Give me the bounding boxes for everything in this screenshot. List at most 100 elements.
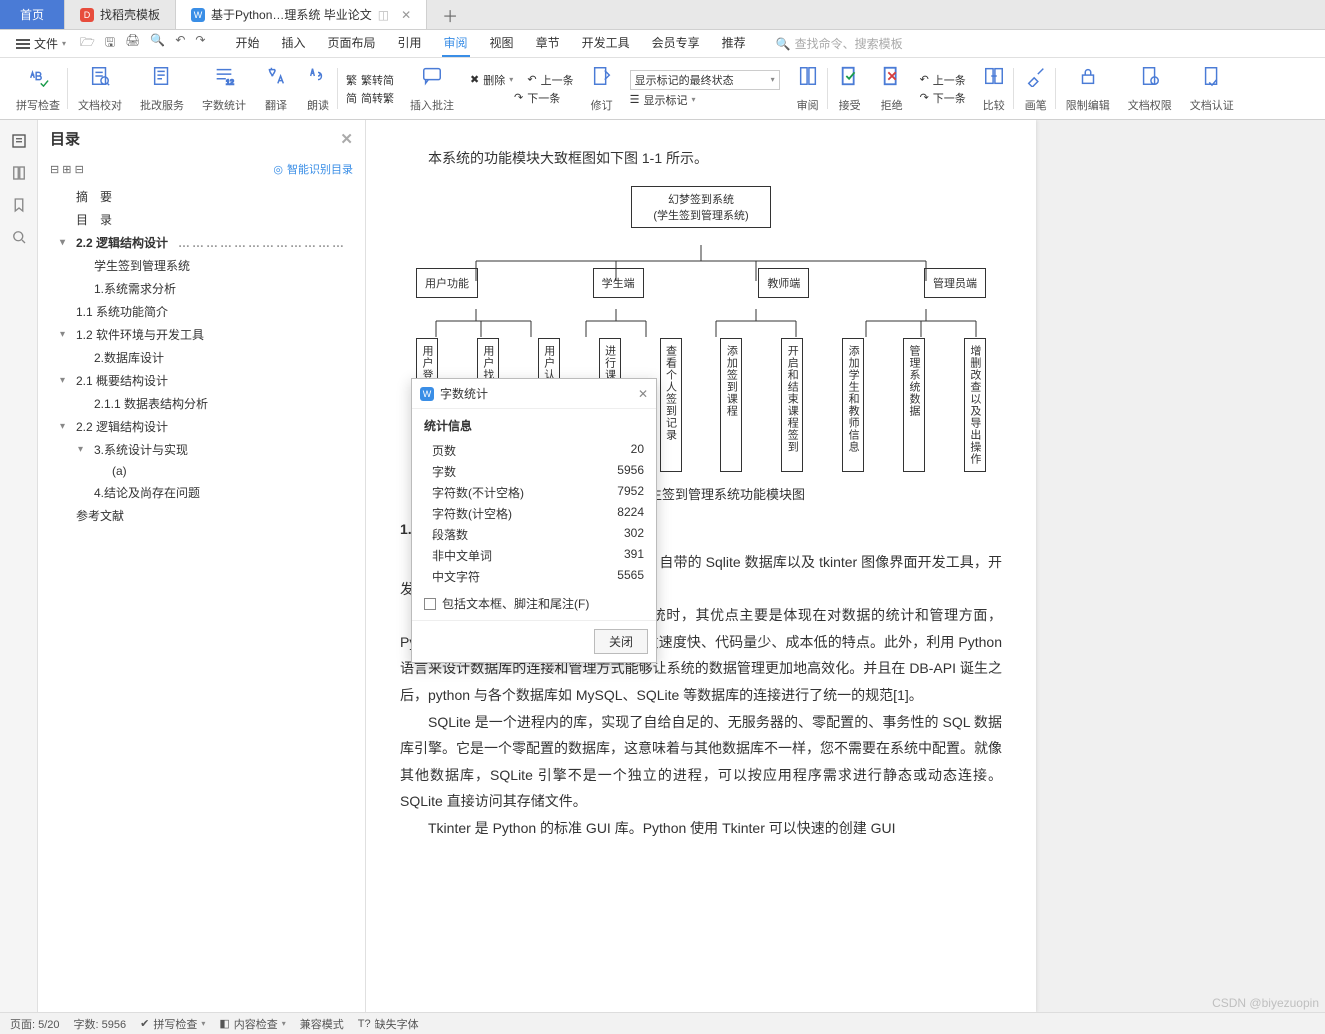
label: 批改服务 [140,97,184,113]
outline-item[interactable]: (a) [50,461,365,481]
outline-item[interactable]: 4.结论及尚存在问题 [50,481,365,504]
btn-accept[interactable]: 接受 [830,62,870,115]
outline-item[interactable]: ▾2.2 逻辑结构设计 [50,415,365,438]
tab-vip[interactable]: 会员专享 [650,30,702,57]
stat-label: 字符数(计空格) [432,505,512,522]
btn-review-pane[interactable]: 审阅 [788,62,828,115]
btn-doc-auth[interactable]: 文档认证 [1182,62,1242,115]
outline-icon[interactable] [10,132,28,150]
pin-icon[interactable]: ◫ [378,8,389,22]
print-preview-icon[interactable]: 🔍 [150,33,165,54]
btn-translate[interactable]: 翻译 [256,62,296,115]
thumbnail-icon[interactable] [10,164,28,182]
tab-dev[interactable]: 开发工具 [580,30,632,57]
status-page[interactable]: 页面: 5/20 [10,1016,60,1032]
new-tab-button[interactable]: ＋ [427,0,473,29]
caret-icon: ▾ [60,237,72,248]
collapse-all-icon[interactable]: ⊟ [50,164,59,176]
btn-compare[interactable]: 比较 [974,62,1014,115]
tab-chapter[interactable]: 章节 [534,30,562,57]
outline-item[interactable]: 2.1.1 数据表结构分析 [50,392,365,415]
tab-reference[interactable]: 引用 [396,30,424,57]
tab-insert[interactable]: 插入 [279,30,307,57]
btn-to-simplified[interactable]: 繁繁转简 [346,72,394,88]
btn-to-traditional[interactable]: 简简转繁 [346,90,394,106]
markup-display-select[interactable]: 显示标记的最终状态▾ [630,70,780,90]
btn-delete-comment[interactable]: ✖删除▾ ↶上一条 [470,72,574,88]
tab-layout[interactable]: 页面布局 [326,30,378,57]
label: 删除 [483,72,505,88]
correction-icon [151,65,173,87]
dialog-close-button[interactable]: 关闭 [594,629,648,654]
btn-doc-perm[interactable]: 文档权限 [1120,62,1180,115]
btn-track-changes[interactable]: 修订 [582,62,622,115]
stat-label: 非中文单词 [432,547,492,564]
outline-item-label: (a) [112,464,127,478]
tab-home[interactable]: 首页 [0,0,65,29]
outline-more-icon[interactable]: ⊟ [75,164,84,176]
dialog-close-icon[interactable]: ✕ [638,387,648,401]
outline-item[interactable]: 学生签到管理系统 [50,254,365,277]
btn-wordcount[interactable]: 12字数统计 [194,62,254,115]
outline-item[interactable]: 目 录 [50,208,365,231]
btn-proofread[interactable]: 文档校对 [70,62,130,115]
undo-icon[interactable]: ↶ [175,33,185,54]
btn-read[interactable]: 朗读 [298,62,338,115]
caret-icon: ▾ [60,375,72,386]
redo-icon[interactable]: ↷ [195,33,205,54]
outline-item[interactable]: ▾3.系统设计与实现 [50,438,365,461]
outline-item[interactable]: ▾2.2 逻辑结构设计 [50,231,365,254]
outline-item[interactable]: 摘 要 [50,185,365,208]
status-content-check[interactable]: ◧内容检查▾ [219,1016,285,1032]
tab-home-label: 首页 [20,6,44,23]
save-icon[interactable]: 🖫 [105,33,115,54]
btn-next-change[interactable]: ↷下一条 [920,90,966,106]
conv-icon: 繁 [346,72,357,88]
include-textbox-checkbox[interactable]: 包括文本框、脚注和尾注(F) [424,595,644,612]
outline-item-label: 目 录 [76,211,112,228]
close-panel-icon[interactable]: ✕ [340,130,353,148]
label: 内容检查 [234,1016,278,1032]
btn-restrict[interactable]: 限制编辑 [1058,62,1118,115]
btn-prev-change[interactable]: ↶上一条 [920,72,966,88]
file-menu[interactable]: 文件 ▾ [10,35,72,52]
tab-document[interactable]: W 基于Python…理系统 毕业论文 ◫ ✕ [176,0,427,29]
stat-label: 字符数(不计空格) [432,484,524,501]
expand-all-icon[interactable]: ⊞ [62,164,71,176]
outline-item[interactable]: 参考文献 [50,504,365,527]
open-icon[interactable]: 🗁 [80,33,95,54]
tab-template[interactable]: D 找稻壳模板 [65,0,176,29]
bookmark-icon[interactable] [10,196,28,214]
outline-item[interactable]: 1.1 系统功能简介 [50,300,365,323]
label: 上一条 [541,72,574,88]
status-missing-font[interactable]: T?缺失字体 [358,1016,419,1032]
dialog-header[interactable]: W 字数统计 ✕ [412,379,656,409]
print-icon[interactable]: 🖨 [125,33,140,54]
outline-item-label: 3.系统设计与实现 [94,441,188,458]
btn-next-comment[interactable]: ↷下一条 [514,90,560,106]
btn-brush[interactable]: 画笔 [1016,62,1056,115]
status-words[interactable]: 字数: 5956 [74,1016,127,1032]
btn-show-marks[interactable]: ☰显示标记▾ [630,92,696,108]
label: 修订 [591,97,613,113]
label: 繁转简 [361,72,394,88]
btn-spellcheck[interactable]: 拼写检查 [8,62,68,115]
outline-item[interactable]: ▾1.2 软件环境与开发工具 [50,323,365,346]
btn-insert-comment[interactable]: 插入批注 [402,62,462,115]
outline-item[interactable]: ▾2.1 概要结构设计 [50,369,365,392]
ai-outline-button[interactable]: ◎智能识别目录 [273,161,353,177]
tab-view[interactable]: 视图 [488,30,516,57]
tab-start[interactable]: 开始 [233,30,261,57]
btn-correction[interactable]: 批改服务 [132,62,192,115]
close-icon[interactable]: ✕ [401,8,411,22]
command-search[interactable]: 🔍 查找命令、搜索模板 [776,35,903,52]
stat-row: 字符数(计空格)8224 [424,503,644,524]
outline-item[interactable]: 1.系统需求分析 [50,277,365,300]
find-icon[interactable] [10,228,28,246]
btn-reject[interactable]: 拒绝 [872,62,912,115]
status-spellcheck[interactable]: ✔拼写检查▾ [140,1016,205,1032]
tab-recommend[interactable]: 推荐 [720,30,748,57]
tab-review[interactable]: 审阅 [442,30,470,57]
outline-item[interactable]: 2.数据库设计 [50,346,365,369]
status-compat[interactable]: 兼容模式 [300,1016,344,1032]
